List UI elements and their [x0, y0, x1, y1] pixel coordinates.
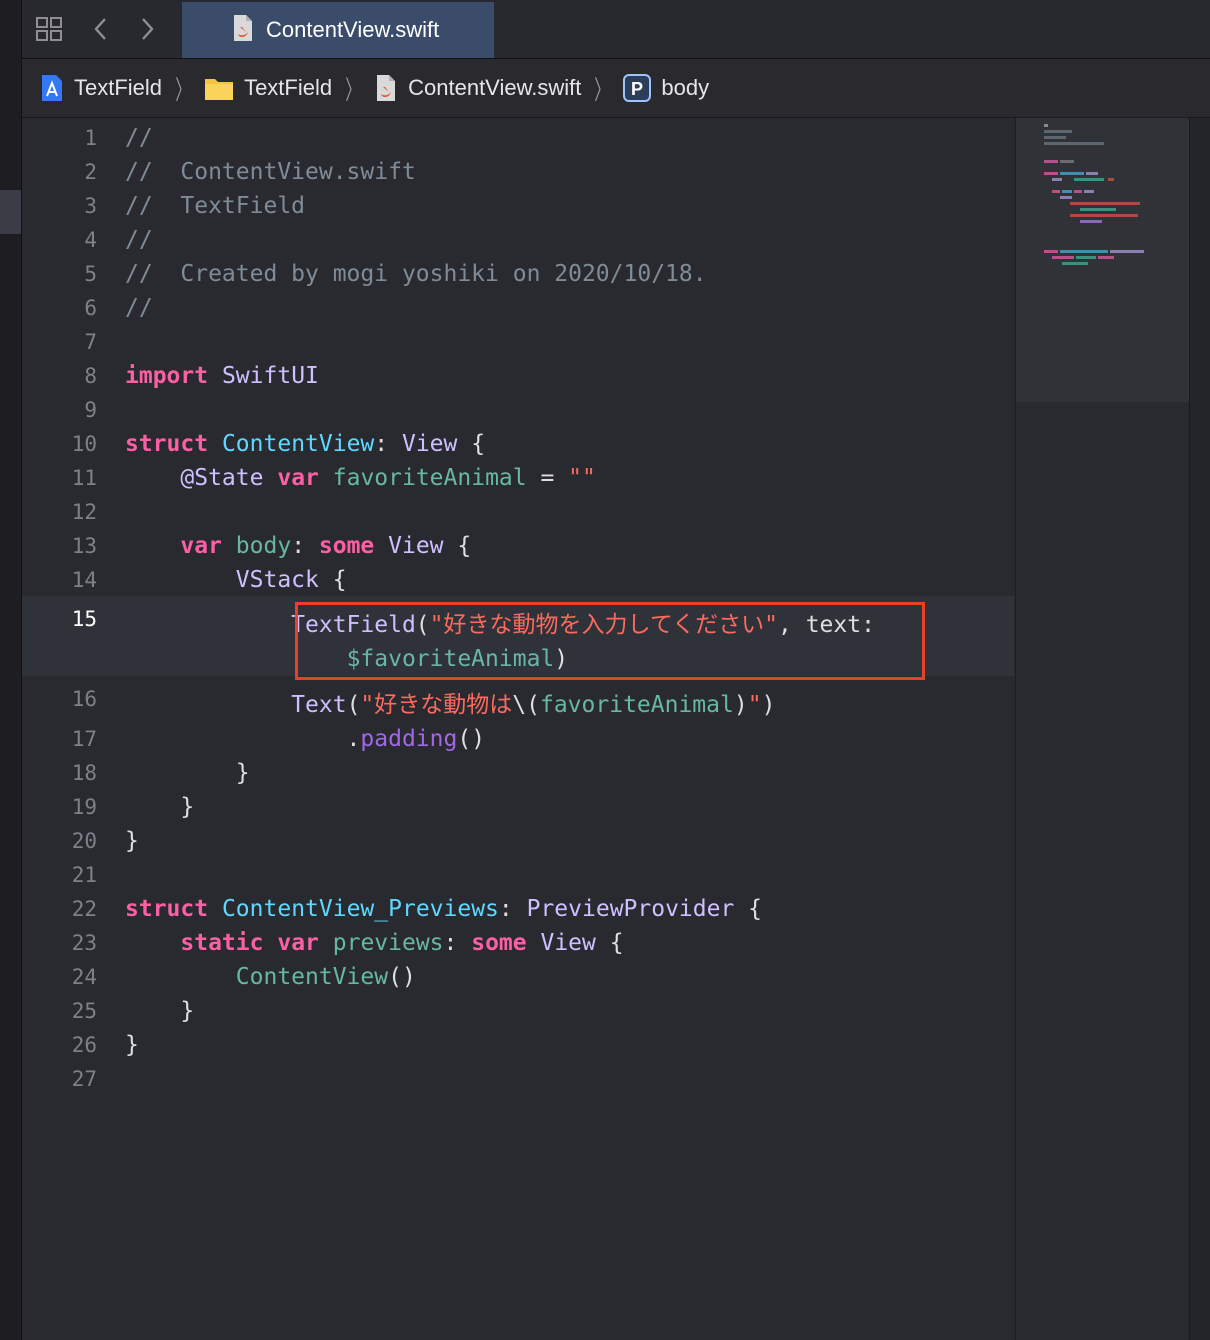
- breadcrumb-label: body: [661, 75, 710, 100]
- minimap-mark: [1060, 196, 1072, 199]
- navigator-selection: [0, 190, 21, 234]
- breadcrumb-item-folder[interactable]: TextField: [204, 75, 332, 101]
- minimap-mark: [1044, 130, 1072, 133]
- code-editor[interactable]: 1// 2// ContentView.swift 3// TextField …: [22, 118, 1014, 1340]
- minimap-mark: [1052, 190, 1060, 193]
- minimap-visible-region: [1016, 118, 1190, 402]
- minimap-mark: [1074, 190, 1082, 193]
- breadcrumb: TextField 〉 TextField 〉 ContentView.swif…: [22, 59, 1210, 118]
- minimap-mark: [1062, 262, 1088, 265]
- minimap-mark: [1052, 256, 1074, 259]
- code-line: 8 import SwiftUI: [84, 363, 319, 389]
- xcode-project-icon: [40, 74, 64, 102]
- code-line: 1//: [84, 125, 153, 151]
- code-line: 11 @State var favoriteAnimal = "": [71, 465, 596, 491]
- minimap-mark: [1070, 202, 1140, 205]
- tab-label: ContentView.swift: [266, 17, 440, 42]
- code-line: 3// TextField: [84, 193, 306, 219]
- svg-text:P: P: [631, 79, 643, 99]
- code-line: 26}: [71, 1032, 139, 1058]
- tab-content-view-swift[interactable]: ContentView.swift: [182, 2, 494, 58]
- code-line: 18 }: [71, 760, 250, 786]
- chevron-right-icon: 〉: [345, 74, 361, 105]
- minimap-mark: [1044, 136, 1066, 139]
- minimap-mark: [1080, 220, 1102, 223]
- minimap-mark: [1062, 190, 1072, 193]
- minimap-mark: [1044, 160, 1058, 163]
- breadcrumb-item-symbol[interactable]: P body: [623, 74, 709, 102]
- breadcrumb-label: TextField: [74, 75, 163, 100]
- chevron-right-icon[interactable]: [132, 14, 162, 44]
- folder-icon: [204, 75, 234, 101]
- minimap-mark: [1044, 142, 1104, 145]
- left-navigator-strip: [0, 0, 22, 1340]
- tab-bar: ContentView.swift: [22, 0, 1210, 59]
- minimap-mark: [1044, 172, 1058, 175]
- breadcrumb-item-project[interactable]: TextField: [40, 74, 162, 102]
- minimap[interactable]: [1015, 118, 1190, 1340]
- minimap-mark: [1098, 256, 1114, 259]
- code-line: 17 .padding(): [71, 726, 486, 752]
- property-p-icon: P: [623, 74, 652, 102]
- minimap-mark: [1074, 178, 1104, 181]
- code-line: 9: [84, 398, 97, 422]
- annotation-highlight-box: [295, 602, 925, 680]
- code-line: 5// Created by mogi yoshiki on 2020/10/1…: [84, 261, 707, 287]
- code-line: 22 struct ContentView_Previews: PreviewPr…: [71, 896, 763, 922]
- code-line: 25 }: [71, 998, 195, 1024]
- code-line: 24 ContentView(): [71, 964, 416, 990]
- minimap-mark: [1084, 190, 1094, 193]
- code-line: 7: [84, 330, 97, 354]
- minimap-mark: [1052, 178, 1062, 181]
- minimap-mark: [1060, 160, 1074, 163]
- grid-icon[interactable]: [34, 14, 64, 44]
- code-line: 16 Text("好きな動物は\(favoriteAnimal)"): [71, 687, 776, 718]
- minimap-mark: [1060, 250, 1108, 253]
- vertical-scrollbar[interactable]: [1189, 118, 1210, 1340]
- breadcrumb-label: TextField: [244, 75, 333, 100]
- chevron-right-icon: 〉: [175, 74, 191, 105]
- minimap-mark: [1086, 172, 1098, 175]
- code-line: 4//: [84, 227, 153, 253]
- minimap-mark: [1108, 178, 1114, 181]
- code-line: 10 struct ContentView: View {: [71, 431, 486, 457]
- chevron-right-icon: 〉: [594, 74, 611, 105]
- breadcrumb-item-file[interactable]: ContentView.swift: [374, 74, 581, 102]
- minimap-mark: [1080, 208, 1116, 211]
- swift-file-icon: [374, 74, 398, 102]
- chevron-left-icon[interactable]: [86, 14, 116, 44]
- code-line: 14 VStack {: [71, 567, 347, 593]
- minimap-mark: [1044, 250, 1058, 253]
- minimap-mark: [1110, 250, 1144, 253]
- breadcrumb-label: ContentView.swift: [408, 75, 582, 100]
- code-line: 19 }: [71, 794, 195, 820]
- code-line: 27: [71, 1067, 97, 1091]
- minimap-mark: [1060, 172, 1084, 175]
- code-line: 23 static var previews: some View {: [71, 930, 624, 956]
- code-line: 12: [71, 500, 97, 524]
- code-line: 21: [71, 863, 97, 887]
- minimap-mark: [1076, 256, 1096, 259]
- minimap-mark: [1070, 214, 1138, 217]
- minimap-mark: [1044, 124, 1048, 127]
- swift-file-icon: [232, 14, 254, 47]
- code-line: 6//: [84, 295, 153, 321]
- code-line: 20}: [71, 828, 139, 854]
- code-line: 13 var body: some View {: [71, 533, 472, 559]
- code-line: 2// ContentView.swift: [84, 159, 416, 185]
